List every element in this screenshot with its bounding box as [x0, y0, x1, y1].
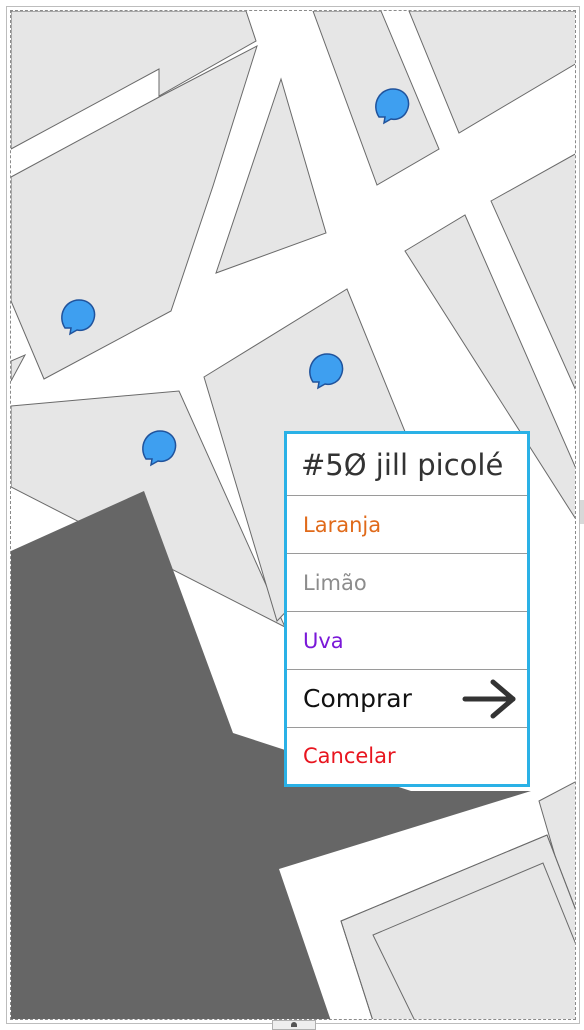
arrow-right-icon: [462, 679, 516, 718]
option-label: Laranja: [303, 512, 382, 537]
scroll-indicator: [580, 500, 584, 524]
option-limao[interactable]: Limão: [287, 554, 527, 612]
option-label: Limão: [303, 570, 367, 595]
cancel-label: Cancelar: [303, 744, 396, 768]
popup-title: #5Ø jill picolé: [301, 447, 504, 482]
option-uva[interactable]: Uva: [287, 612, 527, 670]
option-label: Uva: [303, 628, 344, 653]
popup-title-row: #5Ø jill picolé: [287, 434, 527, 496]
cancel-button[interactable]: Cancelar: [287, 728, 527, 784]
option-laranja[interactable]: Laranja: [287, 496, 527, 554]
home-handle[interactable]: [272, 1020, 316, 1030]
buy-button[interactable]: Comprar: [287, 670, 527, 728]
popup-menu: #5Ø jill picolé Laranja Limão Uva Compra…: [284, 431, 530, 787]
buy-label: Comprar: [303, 684, 412, 713]
